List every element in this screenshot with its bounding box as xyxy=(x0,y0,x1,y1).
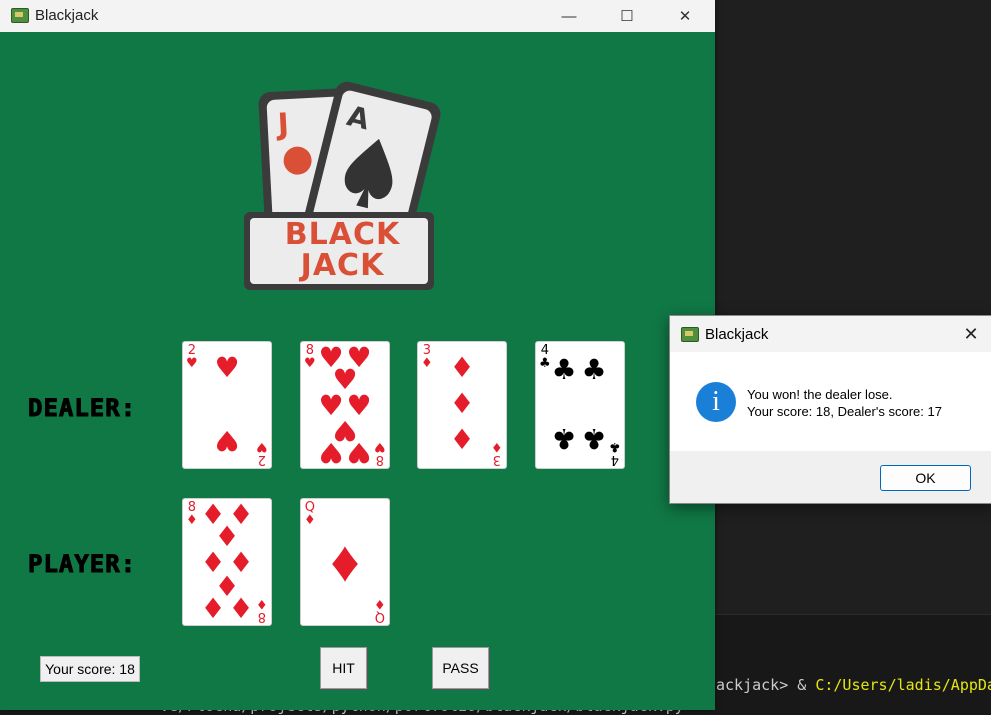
diamond-center-icon: ♦ xyxy=(330,529,360,594)
diamond-pip: ♦ xyxy=(449,423,475,456)
dealer-card-4: 4 ♣ ♣ ♣ ♣ ♣ 4 ♣ xyxy=(535,341,625,469)
dialog-message-result: You won! the dealer lose. xyxy=(747,387,893,402)
card-corner: 8 ♥ xyxy=(374,439,386,467)
close-button[interactable]: ✕ xyxy=(656,0,714,32)
card-corner: 2 ♥ xyxy=(256,439,268,467)
diamond-pip: ♦ xyxy=(449,387,475,420)
pass-button[interactable]: PASS xyxy=(432,647,489,689)
window-titlebar[interactable]: Blackjack — ☐ ✕ xyxy=(0,0,715,32)
dealer-card-2: 8 ♥ ♥ ♥ ♥ ♥ ♥ ♥ ♥ ♥ 8 ♥ xyxy=(300,341,390,469)
terminal-prompt: ackjack> & xyxy=(716,676,816,694)
terminal-path: C:/Users/ladis/AppDa xyxy=(815,676,991,694)
card-corner: Q ♦ xyxy=(374,596,386,624)
club-pip: ♣ xyxy=(581,353,607,386)
info-icon: i xyxy=(696,382,736,422)
hit-button[interactable]: HIT xyxy=(320,647,367,689)
logo-text-black: BLACK xyxy=(284,217,401,252)
player-card-2: Q ♦ ♦ Q ♦ xyxy=(300,498,390,626)
card-corner: 4 ♣ xyxy=(539,343,551,371)
card-corner: 8 ♦ xyxy=(256,596,268,624)
player-label: PLAYER: xyxy=(27,550,137,579)
club-pip: ♣ xyxy=(551,353,577,386)
blackjack-logo: J A BLACK JACK xyxy=(240,78,445,293)
blackjack-window: Blackjack — ☐ ✕ J A BLACK JACK DEALER: P… xyxy=(0,0,715,710)
player-card-1: 8 ♦ ♦ ♦ ♦ ♦ ♦ ♦ ♦ ♦ 8 ♦ xyxy=(182,498,272,626)
diamond-pip: ♦ xyxy=(228,592,254,625)
card-corner: 8 ♥ xyxy=(304,343,316,371)
card-corner: 3 ♦ xyxy=(421,343,433,371)
dialog-titlebar[interactable]: Blackjack ✕ xyxy=(670,316,991,352)
dealer-label: DEALER: xyxy=(27,394,137,423)
card-corner: 2 ♥ xyxy=(186,343,198,371)
score-label: Your score: 18 xyxy=(40,656,140,682)
editor-background xyxy=(716,0,991,614)
result-dialog: Blackjack ✕ i You won! the dealer lose. … xyxy=(669,315,991,504)
app-icon xyxy=(11,8,29,23)
app-icon xyxy=(681,327,699,342)
minimize-button[interactable]: — xyxy=(540,0,598,32)
club-pip: ♣ xyxy=(581,422,607,455)
dealer-card-3: 3 ♦ ♦ ♦ ♦ 3 ♦ xyxy=(417,341,507,469)
heart-pip: ♥ xyxy=(214,351,240,384)
window-title: Blackjack xyxy=(35,7,99,24)
diamond-pip: ♦ xyxy=(449,351,475,384)
heart-pip: ♥ xyxy=(346,436,372,469)
diamond-pip: ♦ xyxy=(200,592,226,625)
dealer-card-1: 2 ♥ ♥ ♥ 2 ♥ xyxy=(182,341,272,469)
dialog-message-scores: Your score: 18, Dealer's score: 17 xyxy=(747,404,942,419)
club-pip: ♣ xyxy=(551,422,577,455)
logo-text-jack: JACK xyxy=(300,248,385,283)
heart-pip: ♥ xyxy=(214,424,240,457)
card-corner: Q ♦ xyxy=(304,500,316,528)
card-corner: 8 ♦ xyxy=(186,500,198,528)
dialog-close-button[interactable]: ✕ xyxy=(952,316,990,352)
maximize-button[interactable]: ☐ xyxy=(598,0,656,32)
terminal-command-line: ackjack> & C:/Users/ladis/AppDa xyxy=(716,676,991,694)
dialog-title: Blackjack xyxy=(705,326,769,343)
card-corner: 4 ♣ xyxy=(609,439,621,467)
heart-pip: ♥ xyxy=(318,436,344,469)
card-corner: 3 ♦ xyxy=(491,439,503,467)
ok-button[interactable]: OK xyxy=(880,465,971,491)
